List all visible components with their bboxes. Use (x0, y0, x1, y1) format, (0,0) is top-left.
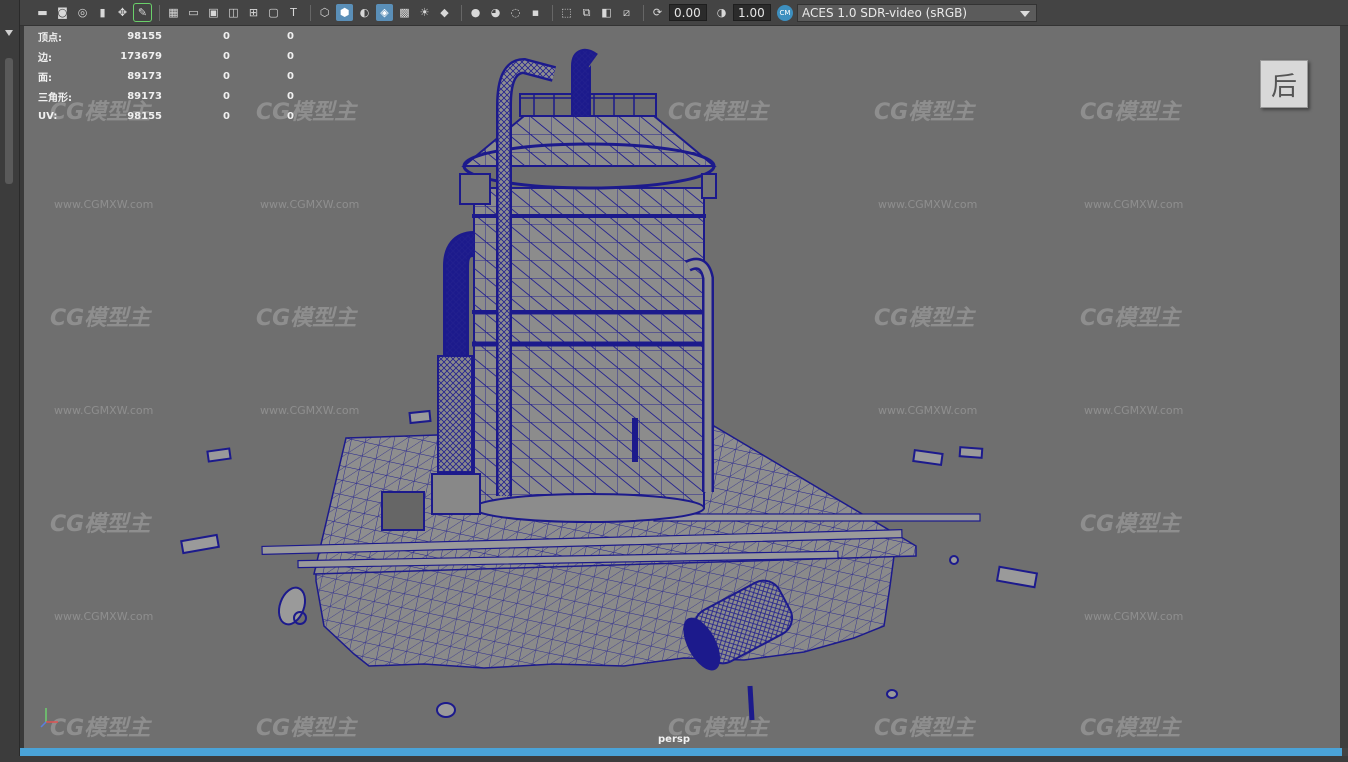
stat-row-triangles: 三角形: 89173 0 0 (38, 86, 294, 106)
smooth-shade-icon[interactable]: ⬢ (336, 4, 353, 21)
bottom-strip (0, 756, 1348, 762)
shaded-wireframe-icon[interactable]: ◐ (356, 4, 373, 21)
stat-label: 面: (38, 72, 52, 84)
stat-value: 0 (223, 90, 230, 102)
ambient-occlusion-icon[interactable]: ● (467, 4, 484, 21)
stat-label: 顶点: (38, 32, 62, 44)
xray-components-icon[interactable]: ◧ (598, 4, 615, 21)
time-slider-bar[interactable] (20, 748, 1342, 756)
exposure-icon[interactable]: ⟳ (649, 4, 666, 21)
film-gate-icon[interactable]: ▭ (185, 4, 202, 21)
toolbar-divider (461, 4, 462, 21)
3d-viewport[interactable]: CG模型主 CG模型主 CG模型主 CG模型主 CG模型主 www.CGMXW.… (24, 26, 1340, 748)
light-icon[interactable]: ☀ (416, 4, 433, 21)
safe-title-icon[interactable]: T (285, 4, 302, 21)
stat-value: 0 (287, 30, 294, 42)
wireframe-icon[interactable]: ⬡ (316, 4, 333, 21)
shadow-icon[interactable]: ◆ (436, 4, 453, 21)
snap-icon[interactable]: ✥ (114, 4, 131, 21)
stat-value: 0 (223, 30, 230, 42)
gate-mask-icon[interactable]: ◫ (225, 4, 242, 21)
gamma-field[interactable] (733, 4, 771, 21)
stat-value: 89173 (127, 70, 162, 82)
bookmark-icon[interactable]: ▮ (94, 4, 111, 21)
stat-value: 0 (223, 50, 230, 62)
stat-value: 0 (287, 50, 294, 62)
scene-render (180, 48, 1039, 721)
camera-move-icon[interactable]: ◎ (74, 4, 91, 21)
xray-joints-icon[interactable]: ⧉ (578, 4, 595, 21)
left-side-strip (0, 0, 20, 762)
xray-icon[interactable]: ▩ (396, 4, 413, 21)
backface-icon[interactable]: ⧄ (618, 4, 635, 21)
colorspace-select[interactable]: ACES 1.0 SDR-video (sRGB) (797, 3, 1037, 22)
gamma-icon[interactable]: ◑ (713, 4, 730, 21)
toolbar-divider (552, 4, 553, 21)
depth-of-field-icon[interactable]: ▪ (527, 4, 544, 21)
stat-label: UV: (38, 110, 58, 122)
stat-value: 0 (223, 110, 230, 122)
stat-value: 98155 (127, 30, 162, 42)
stat-row-edges: 边: 173679 0 0 (38, 46, 294, 66)
axis-gizmo-icon (40, 708, 58, 728)
stat-value: 89173 (127, 90, 162, 102)
isolate-select-icon[interactable]: ⬚ (558, 4, 575, 21)
left-scrollbar[interactable] (5, 58, 13, 184)
stat-row-vertices: 顶点: 98155 0 0 (38, 26, 294, 46)
poly-count-hud: 顶点: 98155 0 0 边: 173679 0 0 面: 89173 0 0… (38, 26, 294, 126)
stat-label: 三角形: (38, 92, 72, 104)
field-chart-icon[interactable]: ⊞ (245, 4, 262, 21)
stat-value: 98155 (127, 110, 162, 122)
stat-value: 0 (287, 70, 294, 82)
resolution-gate-icon[interactable]: ▣ (205, 4, 222, 21)
toolbar-divider (310, 4, 311, 21)
safe-action-icon[interactable]: ▢ (265, 4, 282, 21)
toolbar-divider (643, 4, 644, 21)
camera-lock-icon[interactable]: ◙ (54, 4, 71, 21)
stat-value: 173679 (120, 50, 162, 62)
motion-blur-icon[interactable]: ◕ (487, 4, 504, 21)
toolbar-divider (159, 4, 160, 21)
camera-icon[interactable]: ▬ (34, 4, 51, 21)
grid-icon[interactable]: ▦ (165, 4, 182, 21)
stat-value: 0 (287, 110, 294, 122)
chevron-down-icon (1020, 10, 1030, 17)
exposure-field[interactable] (669, 4, 707, 21)
stat-value: 0 (223, 70, 230, 82)
stat-row-uvs: UV: 98155 0 0 (38, 106, 294, 126)
stat-row-faces: 面: 89173 0 0 (38, 66, 294, 86)
anti-alias-icon[interactable]: ◌ (507, 4, 524, 21)
default-material-icon[interactable]: ◈ (376, 4, 393, 21)
panel-collapse-icon[interactable] (5, 30, 13, 36)
colorspace-label: ACES 1.0 SDR-video (sRGB) (802, 5, 968, 20)
color-management-icon[interactable]: CM (777, 4, 793, 21)
stat-value: 0 (287, 90, 294, 102)
stat-label: 边: (38, 52, 52, 64)
pencil-icon[interactable]: ✎ (133, 3, 152, 22)
viewport-toolbar: ▬ ◙ ◎ ▮ ✥ ✎ ▦ ▭ ▣ ◫ ⊞ ▢ T ⬡ ⬢ ◐ ◈ ▩ ☀ ◆ … (20, 0, 1348, 26)
viewport-right-border (1340, 26, 1348, 748)
view-cube[interactable]: 后 (1260, 60, 1308, 108)
camera-name-label: persp (658, 734, 690, 745)
